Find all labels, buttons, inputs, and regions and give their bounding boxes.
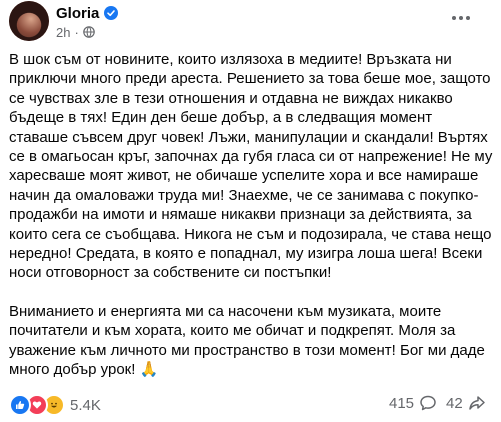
verified-badge-icon <box>104 6 119 20</box>
shares-count: 42 <box>446 394 463 412</box>
reactions-summary[interactable]: 5.4K <box>9 394 101 416</box>
more-options-icon[interactable] <box>447 8 475 28</box>
comments-count: 415 <box>389 394 415 412</box>
post-meta: 2h · <box>56 24 95 40</box>
post-time[interactable]: 2h <box>56 25 70 40</box>
globe-icon <box>83 26 95 38</box>
post-header: Gloria 2h · <box>0 0 501 46</box>
post-body: В шок съм от новините, които излязоха в … <box>9 50 495 380</box>
share-icon <box>468 394 486 412</box>
avatar[interactable] <box>9 1 49 41</box>
author-row: Gloria <box>56 3 119 23</box>
like-reaction-icon <box>9 394 31 416</box>
comments-summary[interactable]: 415 <box>389 394 437 412</box>
comment-icon <box>419 394 437 412</box>
post-paragraph: В шок съм от новините, които излязоха в … <box>9 51 493 282</box>
shares-summary[interactable]: 42 <box>446 394 486 412</box>
post-paragraph: Вниманието и енергията ми са насочени къ… <box>9 302 495 380</box>
meta-separator: · <box>74 24 79 40</box>
post-paragraph-text: Вниманието и енергията ми са насочени къ… <box>9 302 485 379</box>
author-name[interactable]: Gloria <box>56 5 99 22</box>
praying-hands-icon: 🙏 <box>139 361 159 379</box>
post-footer: 5.4K 415 42 <box>0 380 501 422</box>
reactions-count[interactable]: 5.4K <box>70 397 101 414</box>
